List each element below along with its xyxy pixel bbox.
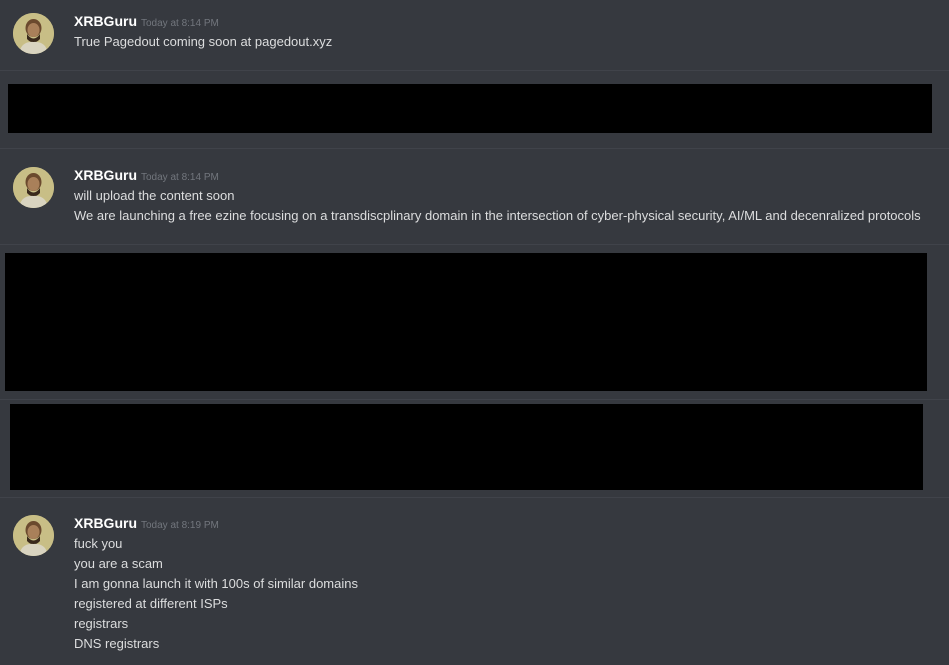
message-timestamp: Today at 8:14 PM	[141, 18, 219, 29]
message-header: XRBGuru Today at 8:14 PM	[74, 13, 219, 33]
user-avatar-icon[interactable]	[13, 13, 54, 54]
redacted-block	[5, 253, 927, 391]
message-text: fuck you	[74, 536, 123, 551]
message-text: I am gonna launch it with 100s of simila…	[74, 576, 358, 591]
message-header: XRBGuru Today at 8:14 PM	[74, 167, 219, 187]
message-text: registered at different ISPs	[74, 596, 228, 611]
user-avatar-icon[interactable]	[13, 515, 54, 556]
message-text: will upload the content soon	[74, 188, 235, 203]
message-divider	[0, 70, 949, 71]
message-divider	[0, 244, 949, 245]
username[interactable]: XRBGuru	[74, 13, 137, 29]
redacted-block	[10, 404, 923, 490]
message-text: DNS registrars	[74, 636, 160, 651]
message-text: True Pagedout coming soon at pagedout.xy…	[74, 34, 333, 49]
message-timestamp: Today at 8:14 PM	[141, 172, 219, 183]
message-header: XRBGuru Today at 8:19 PM	[74, 515, 219, 535]
message-timestamp: Today at 8:19 PM	[141, 520, 219, 531]
chat-messages-area: XRBGuru Today at 8:14 PM True Pagedout co…	[0, 0, 949, 665]
message-text: you are a scam	[74, 556, 163, 571]
username[interactable]: XRBGuru	[74, 167, 137, 183]
username[interactable]: XRBGuru	[74, 515, 137, 531]
message-divider	[0, 497, 949, 498]
user-avatar-icon[interactable]	[13, 167, 54, 208]
message-divider	[0, 148, 949, 149]
redacted-block	[8, 84, 932, 133]
message-text: We are launching a free ezine focusing o…	[74, 208, 921, 223]
message-text: registrars	[74, 616, 129, 631]
message-divider	[0, 399, 949, 400]
